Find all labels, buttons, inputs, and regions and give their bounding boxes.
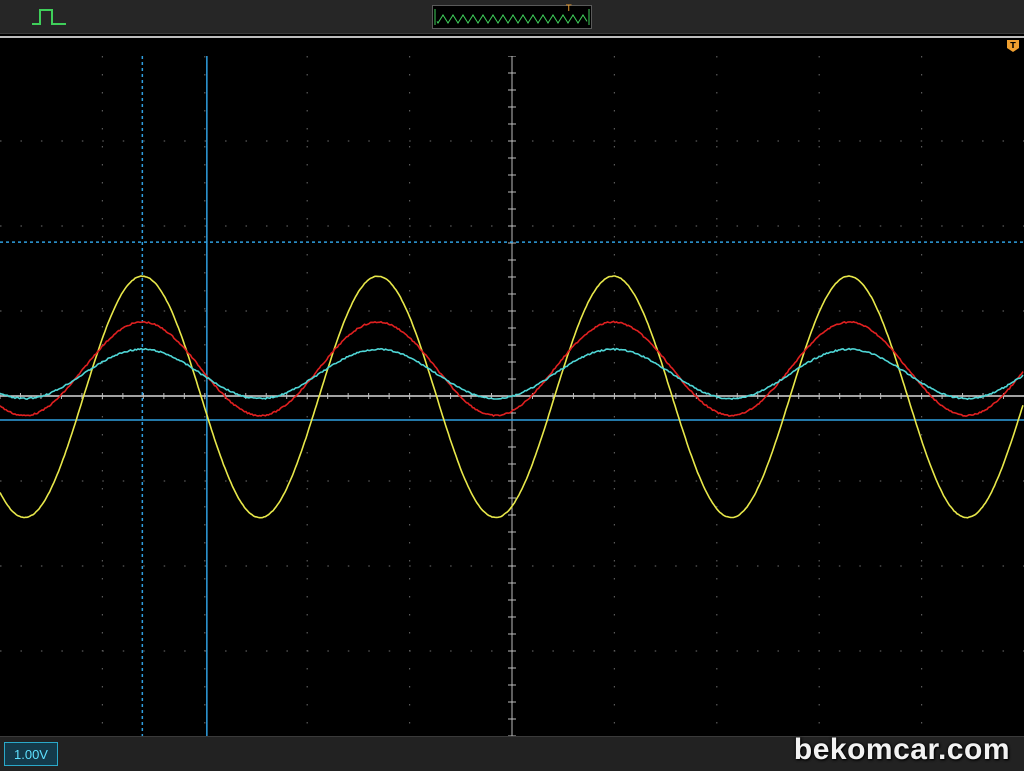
bottom-status-bar: 1.00V bekomcar.com: [0, 733, 1024, 771]
pulse-icon[interactable]: [30, 6, 70, 28]
trigger-track: [0, 36, 1024, 38]
svg-text:T: T: [1010, 41, 1016, 50]
channel-scale-badge[interactable]: 1.00V: [4, 742, 58, 766]
top-toolbar: T: [0, 0, 1024, 34]
oscilloscope-display[interactable]: [0, 56, 1024, 736]
overview-trigger-marker: T: [566, 4, 572, 14]
trigger-position-strip: [0, 35, 1024, 55]
watermark-text: bekomcar.com: [793, 733, 1010, 766]
trigger-marker-icon[interactable]: T: [1006, 38, 1020, 52]
waveform-overview[interactable]: T: [432, 4, 592, 29]
overview-waveform: [436, 14, 588, 24]
